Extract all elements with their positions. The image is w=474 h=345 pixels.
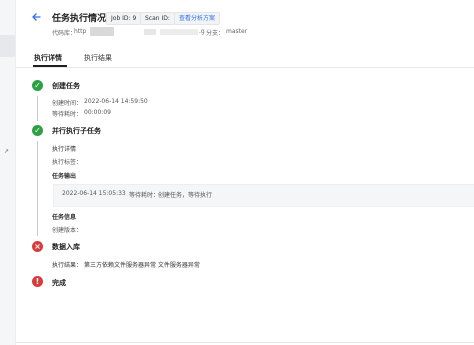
created-time-label: 创建时间： bbox=[52, 100, 83, 107]
view-analysis-plan-link[interactable]: 查看分析方案 bbox=[174, 12, 221, 25]
redacted-block bbox=[160, 29, 198, 35]
job-id-tag: Job ID: 9 bbox=[106, 12, 142, 25]
wait-time-label: 等待耗时： bbox=[52, 111, 83, 118]
output-message: 创建任务，等待执行 bbox=[158, 192, 213, 199]
side-nav-strip: ↗ bbox=[0, 0, 16, 345]
x-circle-icon: × bbox=[32, 241, 43, 252]
step-title-done: 完成 bbox=[52, 279, 66, 287]
repo-label: 代码库： bbox=[52, 30, 77, 37]
check-circle-icon: ✓ bbox=[32, 80, 43, 91]
bottom-divider bbox=[15, 342, 474, 343]
scan-id-tag: Scan ID: bbox=[140, 12, 175, 25]
result-label: 执行结果： bbox=[52, 262, 83, 269]
exec-tag-label: 执行标签： bbox=[52, 159, 83, 166]
timeline-connector bbox=[37, 141, 38, 236]
wait-time-value: 00:00:09 bbox=[84, 109, 111, 116]
output-heading: 任务输出 bbox=[52, 173, 77, 180]
info-heading: 任务信息 bbox=[52, 214, 77, 221]
create-version-label: 创建版本： bbox=[52, 227, 83, 234]
branch-value: master bbox=[226, 28, 248, 35]
output-wait-label: 等待耗时： bbox=[129, 192, 160, 199]
step-title-ingest: 数据入库 bbox=[52, 243, 80, 251]
side-nav-active-item[interactable] bbox=[0, 35, 15, 57]
output-time: 2022-06-14 15:05:33 bbox=[62, 190, 126, 197]
redacted-block bbox=[144, 29, 156, 35]
repo-tail: .g bbox=[199, 28, 205, 35]
check-circle-icon: ✓ bbox=[32, 125, 43, 136]
tab-execution-result[interactable]: 执行结果 bbox=[84, 53, 112, 63]
timeline-connector bbox=[37, 96, 38, 121]
step-title-create: 创建任务 bbox=[52, 82, 80, 90]
back-arrow-icon[interactable] bbox=[31, 12, 41, 22]
result-value: 第三方依赖文件服务器异常 文件服务器异常 bbox=[84, 262, 200, 269]
step-title-parallel: 并行执行子任务 bbox=[52, 127, 101, 135]
page-title: 任务执行情况 bbox=[52, 14, 107, 24]
detail-heading: 执行详情 bbox=[52, 146, 77, 153]
tab-execution-detail[interactable]: 执行详情 bbox=[34, 53, 62, 63]
created-time-value: 2022-06-14 14:59:50 bbox=[84, 98, 148, 105]
branch-label: 分支： bbox=[206, 30, 225, 37]
exclamation-circle-icon: ! bbox=[32, 276, 43, 287]
redacted-block bbox=[90, 27, 114, 36]
repo-value[interactable]: http bbox=[74, 28, 86, 35]
tabs-divider bbox=[15, 67, 474, 68]
collapse-handle-icon[interactable]: ↗ bbox=[4, 148, 9, 155]
